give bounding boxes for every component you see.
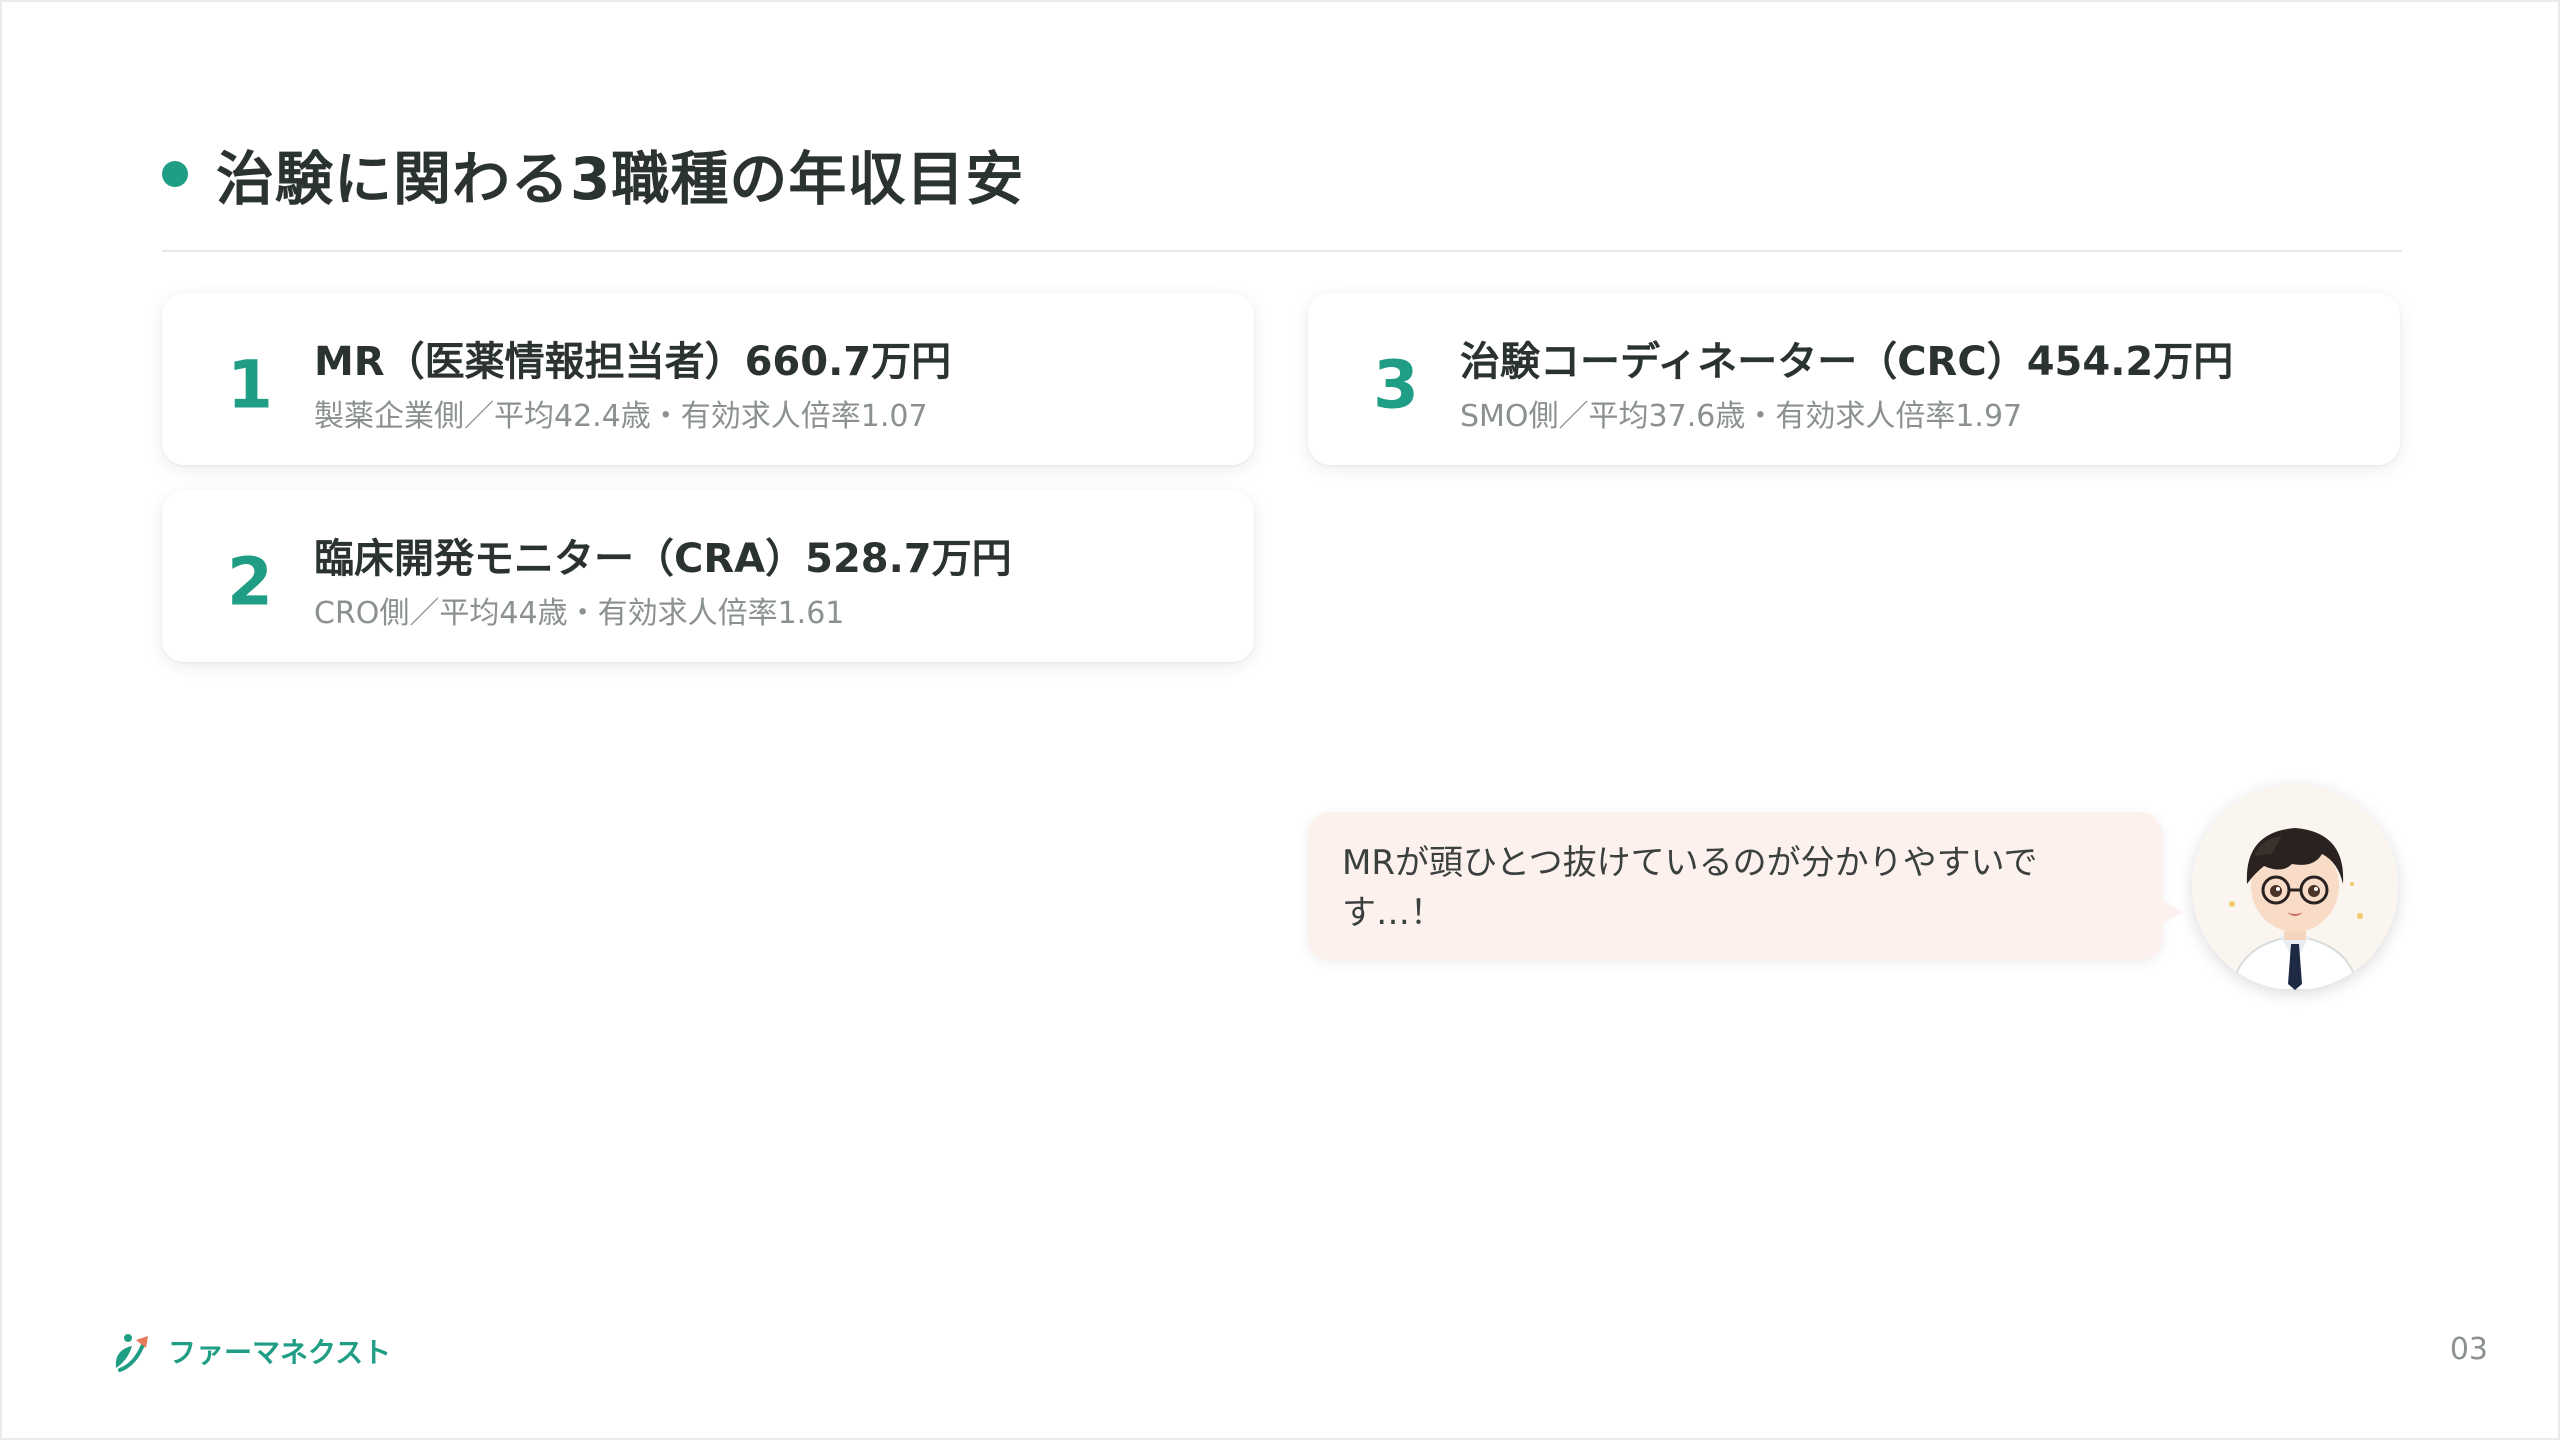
card-title: 臨床開発モニター（CRA）528.7万円 (314, 536, 1012, 582)
card-title: MR（医薬情報担当者）660.7万円 (314, 339, 952, 385)
slide-heading: 治験に関わる3職種の年収目安 (162, 132, 1024, 216)
footer-logo: ファーマネクスト (106, 1324, 391, 1378)
job-card-crc: 3 治験コーディネーター（CRC）454.2万円 SMO側／平均37.6歳・有効… (1308, 293, 2400, 465)
card-subtitle: CRO側／平均44歳・有効求人倍率1.61 (314, 596, 845, 631)
heading-dot-icon (162, 161, 188, 187)
card-title: 治験コーディネーター（CRC）454.2万円 (1460, 339, 2234, 385)
logo-text: ファーマネクスト (168, 1336, 392, 1369)
card-subtitle: 製薬企業側／平均42.4歳・有効求人倍率1.07 (314, 399, 928, 434)
leaf-arrow-logo-icon (115, 1334, 148, 1372)
card-number: 2 (227, 543, 273, 621)
job-card-mr: 1 MR（医薬情報担当者）660.7万円 製薬企業側／平均42.4歳・有効求人倍… (162, 293, 1254, 465)
page-number: 03 (2449, 1332, 2488, 1367)
slide-title: 治験に関わる3職種の年収目安 (216, 145, 1025, 213)
heading-divider (162, 250, 2402, 252)
doctor-avatar-icon (2192, 784, 2398, 990)
job-card-cra: 2 臨床開発モニター（CRA）528.7万円 CRO側／平均44歳・有効求人倍率… (162, 490, 1254, 662)
card-number: 3 (1373, 346, 1419, 424)
speech-bubble: MRが頭ひとつ抜けているのが分かりやすいで す…！ (1308, 812, 2182, 960)
card-number: 1 (227, 346, 273, 424)
card-subtitle: SMO側／平均37.6歳・有効求人倍率1.97 (1460, 399, 2023, 434)
speech-text: MRが頭ひとつ抜けているのが分かりやすいで す…！ (1342, 843, 2038, 933)
slide: 治験に関わる3職種の年収目安 1 MR（医薬情報担当者）660.7万円 製薬企業… (0, 0, 2560, 1440)
